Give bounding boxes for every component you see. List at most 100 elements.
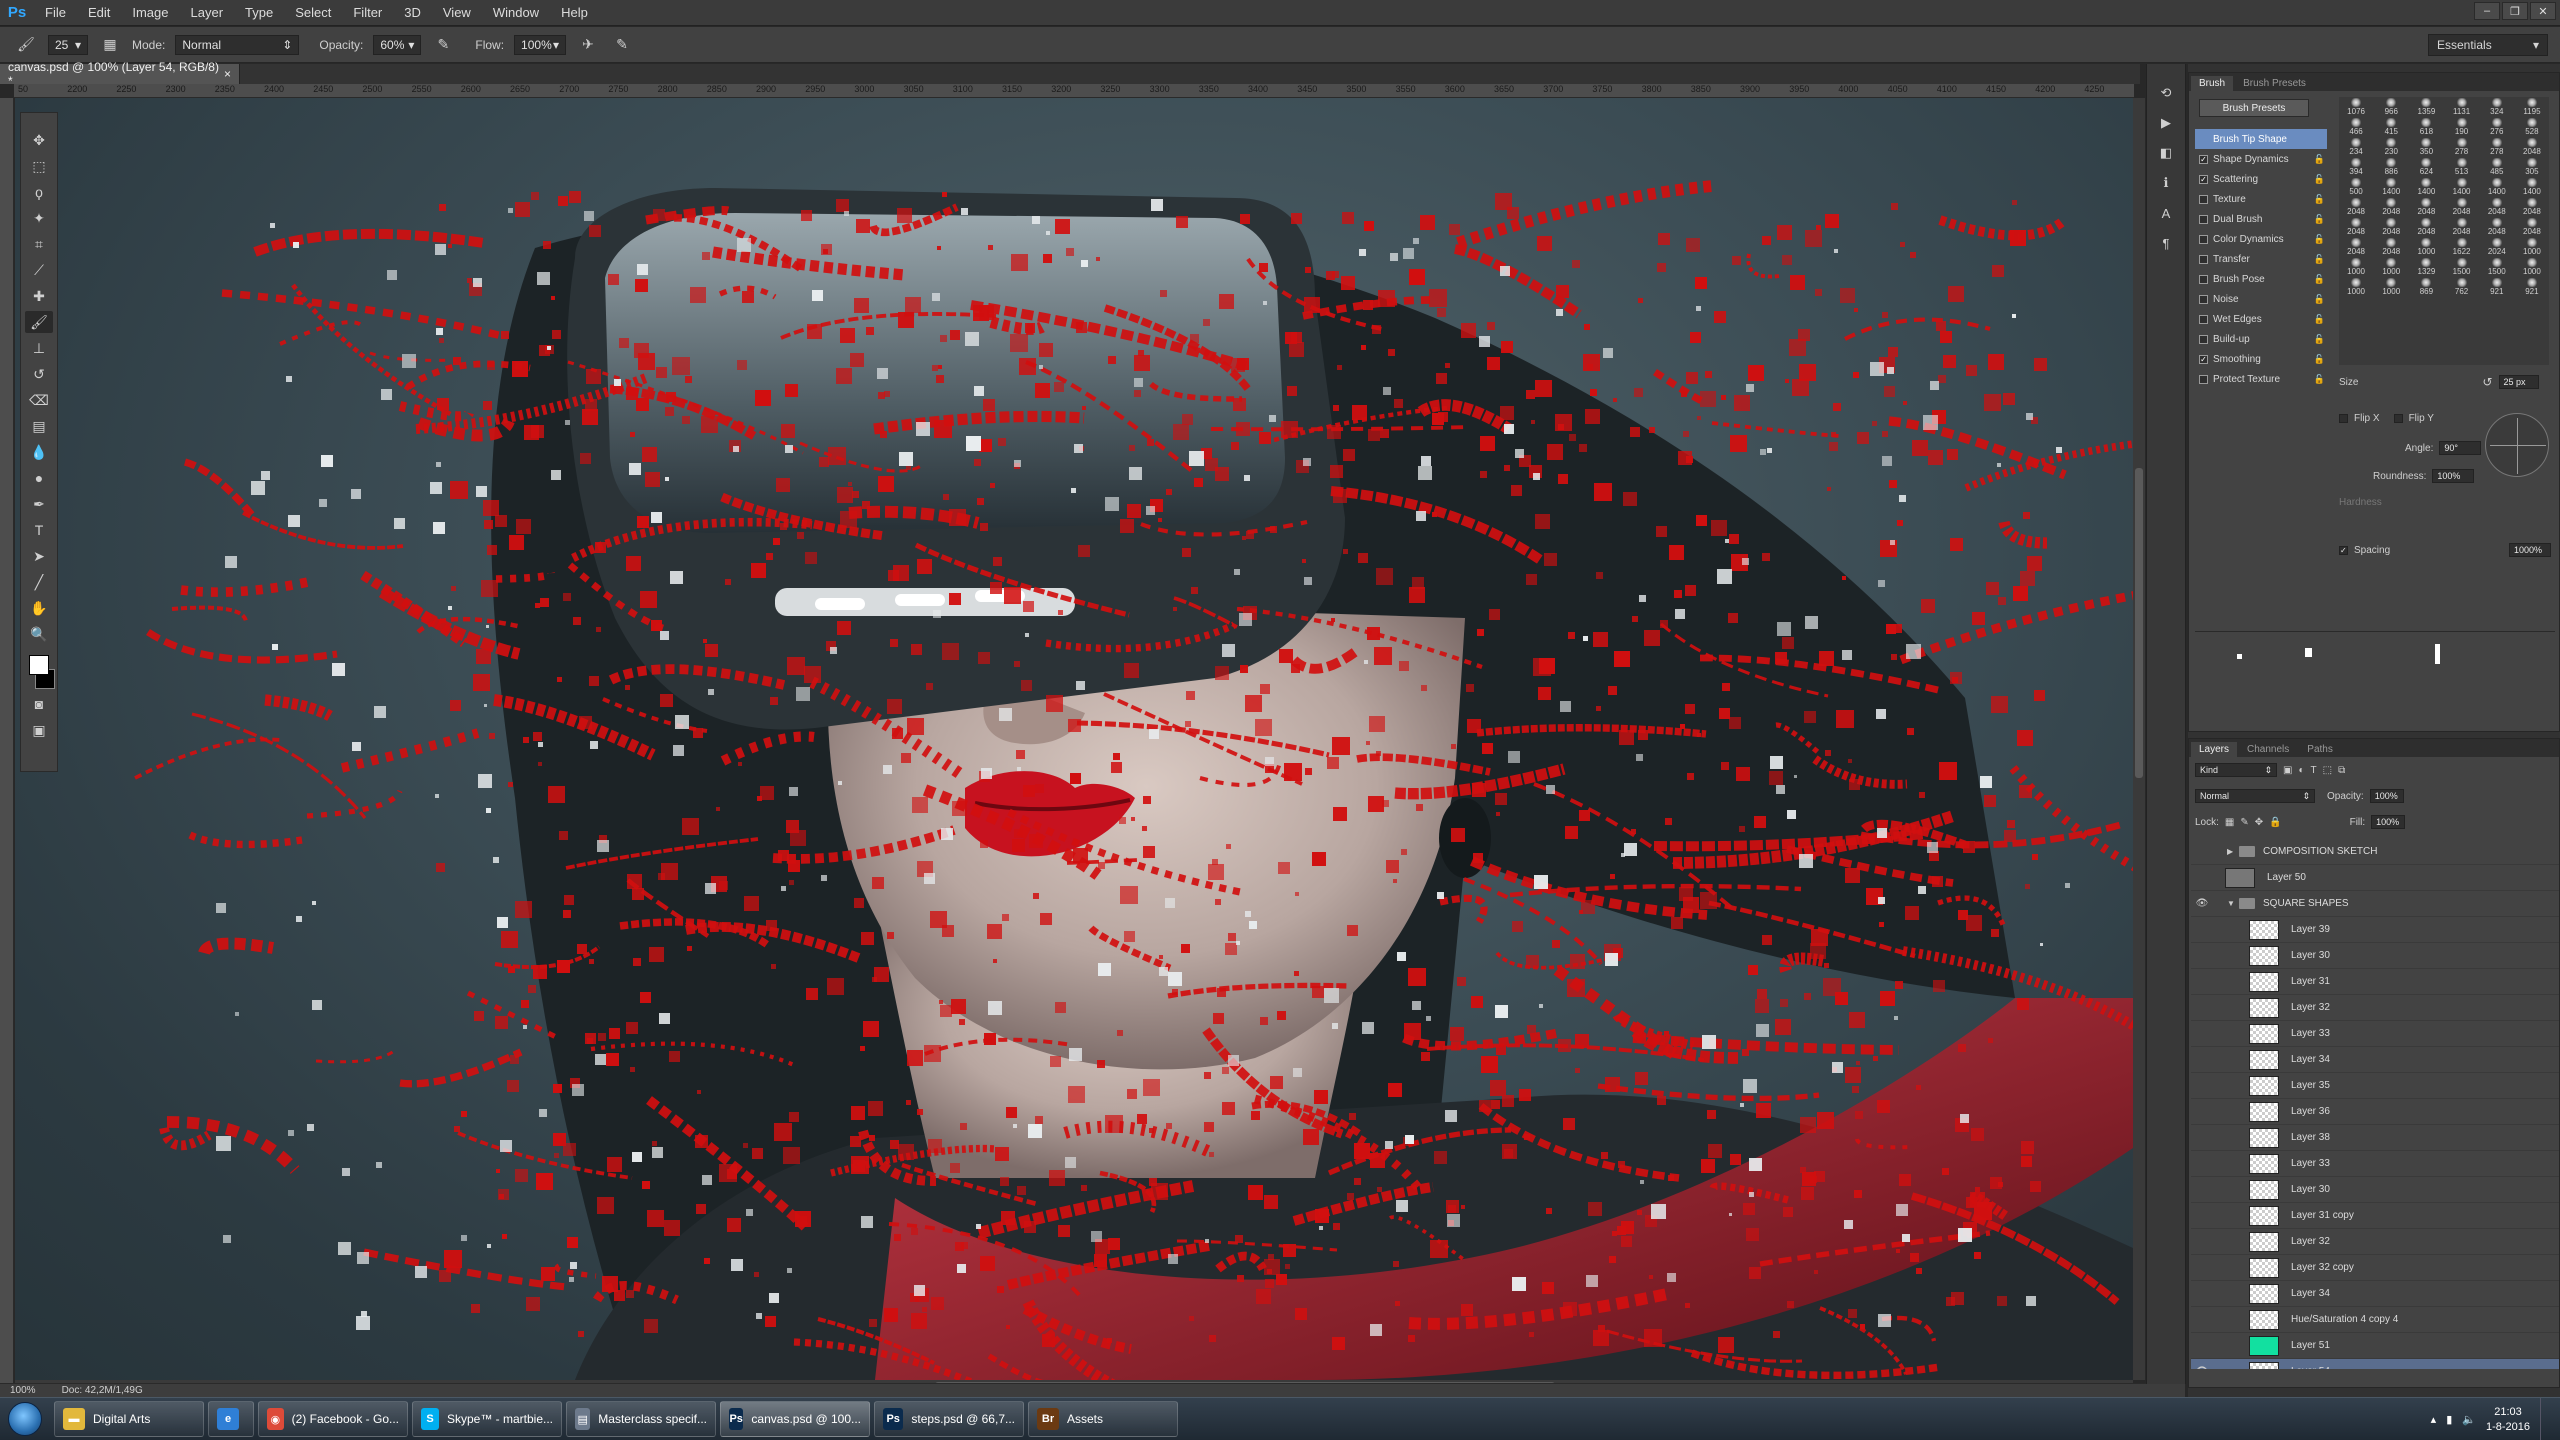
start-button[interactable]: [0, 1398, 50, 1440]
layer-row[interactable]: Layer 33: [2191, 1151, 2559, 1177]
brush-tip[interactable]: 305: [2515, 157, 2549, 176]
pressure-opacity-icon[interactable]: ✎: [431, 33, 455, 57]
brush-tip[interactable]: 2048: [2339, 237, 2373, 256]
caret-down-icon[interactable]: ▼: [2227, 899, 2239, 908]
brush-option-wet-edges[interactable]: Wet Edges 🔓: [2195, 309, 2327, 329]
show-desktop-button[interactable]: [2540, 1398, 2552, 1440]
brush-option-smoothing[interactable]: ✓ Smoothing 🔓: [2195, 349, 2327, 369]
brush-option-noise[interactable]: Noise 🔓: [2195, 289, 2327, 309]
layer-row[interactable]: Layer 34: [2191, 1047, 2559, 1073]
brush-tool-icon[interactable]: 🖌: [25, 311, 53, 333]
actions-play-icon[interactable]: ▶: [2153, 112, 2179, 134]
brush-tip[interactable]: 1359: [2409, 97, 2443, 116]
brush-tip[interactable]: 1622: [2445, 237, 2479, 256]
brush-tip[interactable]: 2048: [2445, 217, 2479, 236]
brush-tip[interactable]: 869: [2409, 277, 2443, 296]
hand-tool-icon[interactable]: ✋: [25, 597, 53, 619]
menu-filter[interactable]: Filter: [342, 0, 393, 26]
brush-tip[interactable]: 2048: [2515, 217, 2549, 236]
lock-all-icon[interactable]: 🔒: [2269, 817, 2281, 828]
blend-mode-select[interactable]: Normal ⇕: [2195, 789, 2315, 803]
brush-option-build-up[interactable]: Build-up 🔓: [2195, 329, 2327, 349]
close-document-icon[interactable]: ×: [224, 67, 231, 81]
zoom-tool-icon[interactable]: 🔍: [25, 623, 53, 645]
brush-option-checkbox[interactable]: [2199, 254, 2208, 264]
lock-image-icon[interactable]: ✎: [2240, 817, 2248, 828]
layer-row[interactable]: Layer 51: [2191, 1333, 2559, 1359]
menu-type[interactable]: Type: [234, 0, 284, 26]
brush-tip[interactable]: 324: [2480, 97, 2514, 116]
brush-presets-button[interactable]: Brush Presets: [2199, 99, 2309, 117]
brush-tip[interactable]: 1000: [2339, 277, 2373, 296]
brush-tip[interactable]: 1000: [2339, 257, 2373, 276]
flip-x-checkbox[interactable]: [2339, 414, 2348, 423]
brush-tip[interactable]: 618: [2409, 117, 2443, 136]
lock-icon[interactable]: 🔓: [2314, 294, 2325, 305]
opacity-field[interactable]: 60% ▾: [373, 34, 422, 55]
brush-tip[interactable]: 1195: [2515, 97, 2549, 116]
brush-tip[interactable]: 2048: [2480, 197, 2514, 216]
brush-tip[interactable]: 921: [2480, 277, 2514, 296]
vertical-scroll-thumb[interactable]: [2135, 468, 2143, 778]
horizontal-ruler[interactable]: 50 2200 2250 2300 2350 2400 2450 2500 2550 2600 26…: [14, 84, 2134, 98]
layer-kind-filter[interactable]: Kind ⇕: [2195, 763, 2277, 777]
filter-shape-icon[interactable]: ⬚: [2323, 765, 2332, 776]
dodge-tool-icon[interactable]: ●: [25, 467, 53, 489]
layer-row[interactable]: Layer 32: [2191, 995, 2559, 1021]
filter-type-icon[interactable]: T: [2311, 765, 2317, 776]
toggle-brush-panel-icon[interactable]: ▦: [98, 33, 122, 57]
taskbar-item[interactable]: e: [208, 1401, 254, 1437]
brush-option-shape-dynamics[interactable]: ✓ Shape Dynamics 🔓: [2195, 149, 2327, 169]
document-canvas[interactable]: [15, 98, 2133, 1380]
foreground-color-swatch[interactable]: [29, 655, 49, 675]
layer-group-row[interactable]: ▶ COMPOSITION SKETCH: [2191, 839, 2559, 865]
caret-right-icon[interactable]: ▶: [2227, 847, 2239, 856]
brush-preset-picker[interactable]: 25 ▾: [48, 34, 88, 55]
layer-row[interactable]: 👁Layer 54: [2191, 1359, 2559, 1369]
tab-layers[interactable]: Layers: [2191, 742, 2238, 757]
marquee-tool-icon[interactable]: ⬚: [25, 155, 53, 177]
brush-tip[interactable]: 2048: [2515, 137, 2549, 156]
reset-size-icon[interactable]: ↺: [2482, 375, 2492, 389]
brush-option-dual-brush[interactable]: Dual Brush 🔓: [2195, 209, 2327, 229]
pen-tool-icon[interactable]: ✒: [25, 493, 53, 515]
brush-tip[interactable]: 1500: [2480, 257, 2514, 276]
brush-tip[interactable]: 278: [2445, 137, 2479, 156]
lock-icon[interactable]: 🔓: [2314, 194, 2325, 205]
brush-tip[interactable]: 886: [2374, 157, 2408, 176]
brush-tip[interactable]: 2024: [2480, 237, 2514, 256]
layer-row[interactable]: Layer 33: [2191, 1021, 2559, 1047]
brush-option-transfer[interactable]: Transfer 🔓: [2195, 249, 2327, 269]
brush-option-checkbox[interactable]: [2199, 314, 2208, 324]
move-tool-icon[interactable]: ✥: [25, 129, 53, 151]
layer-row[interactable]: Layer 35: [2191, 1073, 2559, 1099]
brush-option-texture[interactable]: Texture 🔓: [2195, 189, 2327, 209]
brush-option-checkbox[interactable]: [2199, 294, 2208, 304]
brush-tip[interactable]: 2048: [2515, 197, 2549, 216]
brush-tip[interactable]: 278: [2480, 137, 2514, 156]
history-icon[interactable]: ⟲: [2153, 82, 2179, 104]
brush-tip[interactable]: 624: [2409, 157, 2443, 176]
path-selection-tool-icon[interactable]: ➤: [25, 545, 53, 567]
quick-mask-icon[interactable]: ◙: [25, 693, 53, 715]
brush-tip[interactable]: 350: [2409, 137, 2443, 156]
brush-option-checkbox[interactable]: [2199, 214, 2208, 224]
lock-icon[interactable]: 🔓: [2314, 374, 2325, 385]
brush-option-checkbox[interactable]: [2199, 194, 2208, 204]
airbrush-icon[interactable]: ✈: [576, 33, 600, 57]
workspace-select[interactable]: Essentials ▾: [2428, 34, 2548, 56]
brush-tip[interactable]: 2048: [2339, 197, 2373, 216]
menu-image[interactable]: Image: [121, 0, 179, 26]
layer-group-row[interactable]: 👁 ▼ SQUARE SHAPES: [2191, 891, 2559, 917]
lock-icon[interactable]: 🔓: [2314, 234, 2325, 245]
brush-tip[interactable]: 2048: [2445, 197, 2479, 216]
brush-option-checkbox[interactable]: [2199, 334, 2208, 344]
menu-help[interactable]: Help: [550, 0, 599, 26]
tab-channels[interactable]: Channels: [2239, 742, 2297, 757]
spacing-field[interactable]: 1000%: [2509, 543, 2551, 557]
tab-brush[interactable]: Brush: [2191, 76, 2234, 91]
spacing-checkbox[interactable]: ✓: [2339, 545, 2348, 555]
character-icon[interactable]: A: [2153, 202, 2179, 224]
brush-option-checkbox[interactable]: [2199, 274, 2208, 284]
brush-tip[interactable]: 1329: [2409, 257, 2443, 276]
